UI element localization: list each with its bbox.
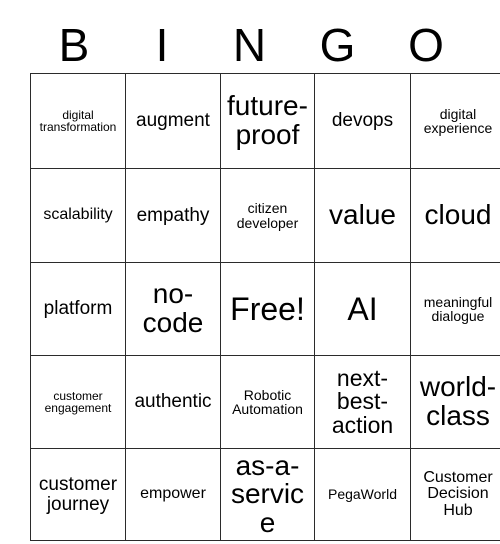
bingo-cell-label: Customer Decision Hub [423, 469, 493, 519]
bingo-cell-label: authentic [134, 391, 212, 413]
bingo-cell-label: Robotic Automation [232, 386, 303, 417]
bingo-header-row: B I N G O [30, 16, 470, 73]
bingo-header-letter-g: G [319, 18, 356, 71]
bingo-cell-n4[interactable]: Robotic Automation [220, 355, 315, 449]
bingo-header-letter-i: I [155, 18, 169, 71]
bingo-header-letter-n: N [232, 18, 267, 71]
bingo-cell-label: citizen developer [236, 200, 299, 231]
bingo-cell-label: cloud [424, 199, 492, 231]
bingo-cell-label: AI [347, 290, 378, 327]
bingo-card: B I N G O digital transformation augment… [0, 0, 500, 544]
bingo-cell-label: platform [43, 298, 113, 320]
bingo-cell-label: digital experience [423, 105, 493, 136]
bingo-header-letter-o: O [408, 18, 444, 71]
bingo-cell-i3[interactable]: no-code [125, 262, 221, 356]
bingo-cell-o3[interactable]: meaningful dialogue [410, 262, 500, 356]
bingo-cell-o1[interactable]: digital experience [410, 73, 500, 169]
bingo-cell-label: customer journey [38, 474, 118, 515]
bingo-cell-label: no-code [142, 278, 204, 338]
bingo-cell-o2[interactable]: cloud [410, 168, 500, 263]
bingo-header-letter-b: B [58, 18, 90, 71]
bingo-cell-label: value [329, 199, 396, 231]
bingo-cell-label: as-a-service [230, 449, 305, 538]
bingo-cell-label: meaningful dialogue [423, 293, 493, 324]
bingo-cell-o5[interactable]: Customer Decision Hub [410, 448, 500, 541]
bingo-cell-i1[interactable]: augment [125, 73, 221, 169]
bingo-cell-i2[interactable]: empathy [125, 168, 221, 263]
bingo-cell-n2[interactable]: citizen developer [220, 168, 315, 263]
bingo-cell-b1[interactable]: digital transformation [30, 73, 126, 169]
bingo-row: scalability empathy citizen developer va… [30, 168, 500, 263]
bingo-cell-g3[interactable]: AI [314, 262, 411, 356]
bingo-cell-label: future-proof [227, 90, 308, 150]
bingo-cell-label: empower [140, 485, 206, 503]
bingo-cell-g5[interactable]: PegaWorld [314, 448, 411, 541]
bingo-cell-label: next-best-action [331, 364, 394, 438]
bingo-row: customer engagement authentic Robotic Au… [30, 355, 500, 449]
bingo-cell-label: world-class [419, 371, 497, 431]
bingo-row: customer journey empower as-a-service Pe… [30, 448, 500, 541]
bingo-cell-b2[interactable]: scalability [30, 168, 126, 263]
bingo-cell-n5[interactable]: as-a-service [220, 448, 315, 541]
bingo-cell-b4[interactable]: customer engagement [30, 355, 126, 449]
bingo-cell-o4[interactable]: world-class [410, 355, 500, 449]
bingo-cell-i4[interactable]: authentic [125, 355, 221, 449]
bingo-cell-g1[interactable]: devops [314, 73, 411, 169]
bingo-cell-label: Free! [230, 290, 305, 327]
bingo-cell-label: scalability [43, 206, 113, 224]
bingo-cell-label: augment [136, 110, 210, 132]
bingo-cell-label: PegaWorld [327, 486, 397, 503]
bingo-cell-label: digital transformation [39, 107, 117, 134]
bingo-cell-label: customer engagement [44, 388, 112, 415]
bingo-cell-g2[interactable]: value [314, 168, 411, 263]
bingo-cell-b5[interactable]: customer journey [30, 448, 126, 541]
bingo-cell-free-space[interactable]: Free! [220, 262, 315, 356]
bingo-cell-label: empathy [136, 204, 210, 226]
bingo-cell-g4[interactable]: next-best-action [314, 355, 411, 449]
bingo-row: digital transformation augment future-pr… [30, 73, 500, 169]
bingo-cell-label: devops [331, 110, 394, 132]
bingo-cell-i5[interactable]: empower [125, 448, 221, 541]
bingo-cell-b3[interactable]: platform [30, 262, 126, 356]
bingo-row: platform no-code Free! AI meaningful dia… [30, 262, 500, 356]
bingo-cell-n1[interactable]: future-proof [220, 73, 315, 169]
bingo-grid: digital transformation augment future-pr… [30, 73, 500, 541]
